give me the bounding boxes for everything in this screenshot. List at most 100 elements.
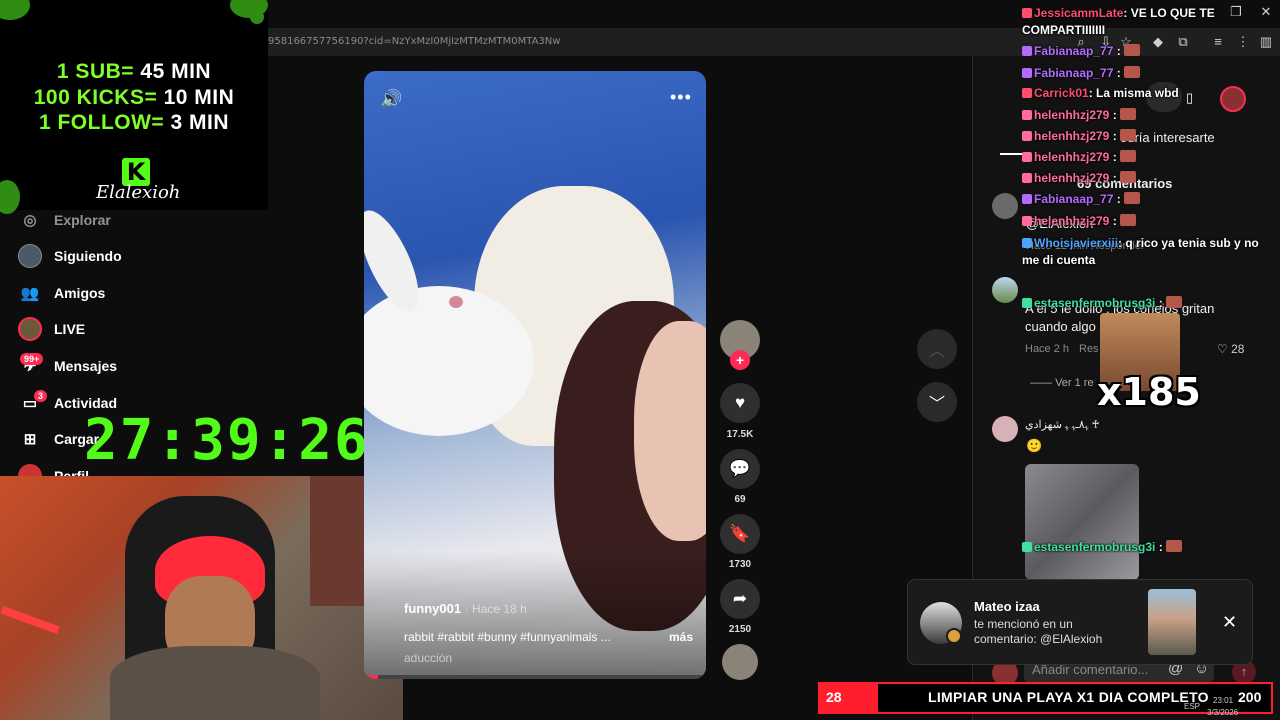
commenter-name[interactable]: ﮩ٨ـﮩ ﮩ شهزادي ♰ — [1025, 418, 1100, 432]
chat-message: helenhhzj279 : — [1022, 129, 1137, 143]
emote-icon — [1120, 214, 1137, 226]
emote-icon — [1166, 296, 1183, 308]
chat-message: Fabianaap_77 : — [1022, 44, 1141, 58]
share-button[interactable]: ➦ — [720, 579, 760, 619]
chat-message: helenhhzj279 : — [1022, 150, 1137, 164]
badge-icon — [1022, 238, 1032, 248]
face — [634, 321, 706, 541]
progress-track[interactable] — [364, 675, 706, 679]
sidebar-item-amigos[interactable]: 👥 Amigos — [18, 279, 106, 307]
emote-icon — [1166, 540, 1183, 552]
reply-button[interactable]: Res — [1079, 343, 1099, 355]
sidebar-item-explorar[interactable]: ◎ Explorar — [18, 206, 110, 234]
comment-button[interactable]: 💬 — [720, 449, 760, 489]
avatar-icon — [18, 244, 42, 268]
share-count: 2150 — [728, 624, 752, 635]
previous-video-button[interactable]: ︿ — [917, 329, 957, 369]
mention-badge-icon — [946, 628, 962, 644]
emote-icon — [1120, 129, 1137, 141]
save-count: 1730 — [728, 559, 752, 570]
comment-image[interactable] — [1025, 464, 1139, 580]
chat-message: helenhhzj279 : — [1022, 108, 1137, 122]
chat-username: Whoisjavierxiii — [1034, 236, 1119, 250]
device-icon[interactable]: ▯ — [1186, 90, 1193, 106]
badge-icon — [1022, 152, 1032, 162]
chat-text: : — [1109, 108, 1121, 122]
comment-time: Hace 2 h — [1025, 343, 1070, 355]
share-icon: ➦ — [732, 589, 748, 608]
url-bar[interactable]: 958166757756190?cid=NzYxMzI0MjIzMTMzMTM0… — [268, 36, 560, 47]
commenter-avatar-2 — [992, 277, 1018, 303]
sound-disc[interactable] — [722, 644, 758, 680]
badge-icon — [1022, 173, 1032, 183]
chat-username: helenhhzj279 — [1034, 108, 1110, 122]
chat-username: estasenfermobrusg3i — [1034, 540, 1156, 554]
live-icon — [18, 317, 42, 341]
chat-text: : — [1113, 66, 1125, 80]
compass-icon: ◎ — [23, 212, 37, 229]
chat-username: helenhhzj279 — [1034, 214, 1110, 228]
emote-icon — [1124, 192, 1141, 204]
volume-icon[interactable]: 🔊 — [380, 89, 402, 110]
more-link[interactable]: más — [669, 630, 693, 644]
comment-emoji: 🙂 — [1026, 438, 1043, 453]
like-count: 17.5K — [726, 429, 754, 440]
chat-message: helenhhzj279 : — [1022, 171, 1137, 185]
chevron-down-icon: ﹀ — [928, 396, 945, 413]
next-video-button[interactable]: ﹀ — [917, 382, 957, 422]
goal-kicks: 100 KICKS= 10 MIN — [33, 86, 235, 109]
subathon-banner: 28 LIMPIAR UNA PLAYA X1 DIA COMPLETO 200 — [818, 682, 1273, 714]
chat-username: Carrick01 — [1034, 86, 1089, 100]
notification-thumbnail — [1148, 589, 1196, 655]
progress-fill — [364, 675, 378, 679]
chat-username: estasenfermobrusg3i — [1034, 296, 1156, 310]
taskbar-time[interactable]: 23:01 — [1213, 696, 1233, 705]
comment-icon: 💬 — [729, 459, 751, 478]
friends-icon: 👥 — [20, 285, 40, 302]
banner-left-number: 28 — [826, 689, 842, 705]
save-button[interactable]: 🔖 — [720, 514, 760, 554]
view-replies[interactable]: —— Ver 1 re — [1030, 377, 1094, 389]
subathon-timer: 27:39:26 — [84, 408, 370, 473]
chat-username: Fabianaap_77 — [1034, 44, 1114, 58]
notification-line1: te mencionó en un — [974, 617, 1073, 631]
badge-icon — [1022, 194, 1032, 204]
notification-line2: comentario: @ElAlexioh — [974, 632, 1103, 646]
user-avatar[interactable] — [1220, 86, 1246, 112]
taskbar-lang[interactable]: ESP — [1184, 702, 1200, 711]
sidebar-item-live[interactable]: LIVE — [18, 315, 85, 343]
chat-username: helenhhzj279 — [1034, 129, 1110, 143]
light-strip — [0, 605, 60, 635]
comment-like[interactable]: ♡ 28 — [1217, 342, 1244, 356]
emote-icon — [1120, 108, 1137, 120]
chevron-up-icon: ︿ — [928, 343, 945, 360]
like-button[interactable]: ♥ — [720, 383, 760, 423]
sidebar-item-siguiendo[interactable]: Siguiendo — [18, 242, 122, 270]
bookmark-icon: 🔖 — [729, 524, 751, 543]
activity-badge: 3 — [34, 390, 48, 402]
chat-username: Fabianaap_77 — [1034, 192, 1114, 206]
chat-text: : — [1109, 150, 1121, 164]
badge-icon — [1022, 542, 1032, 552]
emote-icon — [1120, 171, 1137, 183]
chat-text: : — [1155, 540, 1167, 554]
goal-sub: 1 SUB= 45 MIN — [56, 60, 212, 83]
taskbar-date[interactable]: 3/3/2026 — [1207, 708, 1238, 717]
chat-text: : — [1109, 171, 1121, 185]
upload-icon: ⊞ — [23, 431, 37, 448]
translation-link[interactable]: aducción — [404, 651, 452, 665]
chat-username: JessicammLate — [1034, 6, 1124, 20]
webcam-feed — [0, 476, 403, 720]
chat-message: Carrick01: La misma wbd — [1022, 86, 1179, 100]
chat-text: : — [1113, 44, 1125, 58]
more-options-icon[interactable]: ••• — [670, 87, 692, 108]
video-player[interactable]: 🔊 ••• funny001 · Hace 18 h rabbit #rabbi… — [364, 71, 706, 679]
commenter-avatar-3 — [992, 416, 1018, 442]
badge-icon — [1022, 68, 1032, 78]
chat-username: helenhhzj279 — [1034, 150, 1110, 164]
video-author[interactable]: funny001 · Hace 18 h — [404, 601, 527, 616]
close-icon[interactable]: ✕ — [1222, 612, 1237, 633]
banner-text: LIMPIAR UNA PLAYA X1 DIA COMPLETO — [928, 689, 1209, 705]
messages-badge: 99+ — [20, 353, 44, 365]
follow-plus-icon[interactable]: + — [730, 350, 750, 370]
